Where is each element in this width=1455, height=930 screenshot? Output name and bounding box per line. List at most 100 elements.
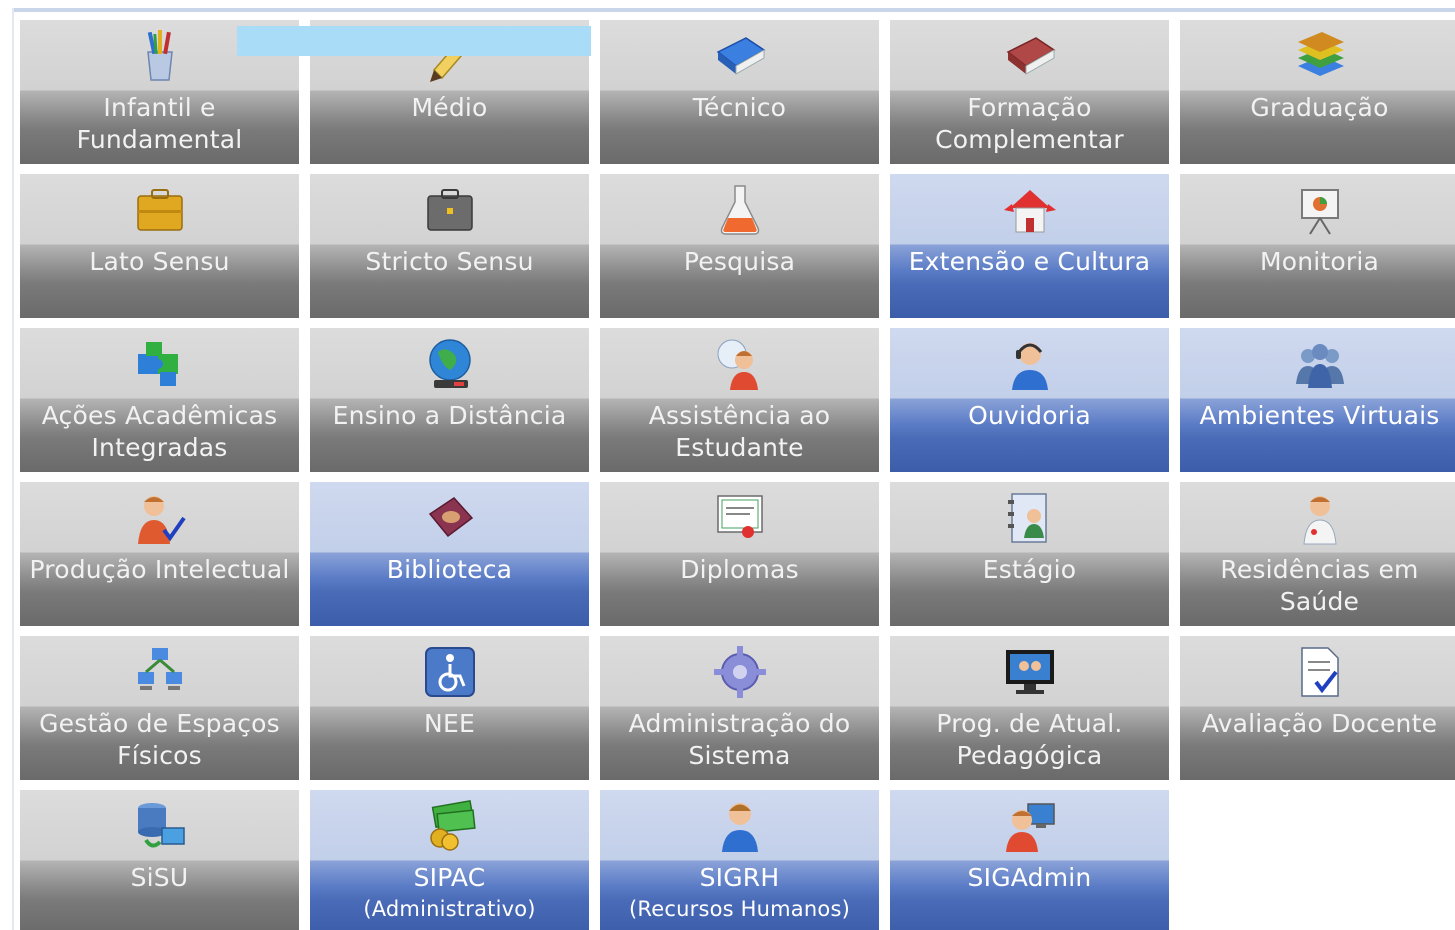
module-tile-prog-de-atual-pedagogica[interactable]: Prog. de Atual. Pedagógica — [890, 636, 1169, 780]
library-book-icon — [420, 488, 480, 548]
module-label-text: Ouvidoria — [968, 401, 1091, 430]
module-tile-ouvidoria[interactable]: Ouvidoria — [890, 328, 1169, 472]
module-tile-stricto-sensu[interactable]: Stricto Sensu — [310, 174, 589, 318]
module-label: Extensão e Cultura — [890, 246, 1169, 278]
gray-briefcase-icon — [420, 180, 480, 240]
module-label-text: Formação Complementar — [935, 93, 1124, 154]
module-tile-gestao-de-espacos-fisicos[interactable]: Gestão de Espaços Físicos — [20, 636, 299, 780]
module-label: Formação Complementar — [890, 92, 1169, 156]
module-tile-acoes-academicas-integradas[interactable]: Ações Acadêmicas Integradas — [20, 328, 299, 472]
module-tile-formacao-complementar[interactable]: Formação Complementar — [890, 20, 1169, 164]
module-label-text: Médio — [411, 93, 488, 122]
red-book-icon — [1000, 26, 1060, 86]
module-label: Ouvidoria — [890, 400, 1169, 432]
module-tile-sigadmin[interactable]: SIGAdmin — [890, 790, 1169, 930]
contact-book-icon — [1000, 488, 1060, 548]
module-label: SIPAC (Administrativo) — [310, 862, 589, 924]
module-tile-ambientes-virtuais[interactable]: Ambientes Virtuais — [1180, 328, 1455, 472]
module-label: Estágio — [890, 554, 1169, 586]
module-tile-lato-sensu[interactable]: Lato Sensu — [20, 174, 299, 318]
module-tile-estagio[interactable]: Estágio — [890, 482, 1169, 626]
module-label-text: SIGAdmin — [967, 863, 1092, 892]
module-label: Avaliação Docente — [1180, 708, 1455, 740]
module-label-text: SIPAC — [413, 863, 486, 892]
module-tile-graduacao[interactable]: Graduação — [1180, 20, 1455, 164]
module-label-text: Infantil e Fundamental — [76, 93, 243, 154]
module-label: Produção Intelectual — [20, 554, 299, 586]
module-label-text: Extensão e Cultura — [908, 247, 1151, 276]
module-label-text: Ambientes Virtuais — [1199, 401, 1440, 430]
flask-icon — [710, 180, 770, 240]
puzzle-icon — [130, 334, 190, 394]
module-label-text: Produção Intelectual — [29, 555, 290, 584]
module-label: NEE — [310, 708, 589, 740]
globe-icon — [420, 334, 480, 394]
module-label: Infantil e Fundamental — [20, 92, 299, 156]
monitor-icon — [1000, 642, 1060, 702]
network-icon — [130, 642, 190, 702]
module-tile-extensao-e-cultura[interactable]: Extensão e Cultura — [890, 174, 1169, 318]
accessibility-icon — [420, 642, 480, 702]
module-label: Residências em Saúde — [1180, 554, 1455, 618]
module-label: Pesquisa — [600, 246, 879, 278]
module-label: Biblioteca — [310, 554, 589, 586]
module-tile-sipac[interactable]: SIPAC (Administrativo) — [310, 790, 589, 930]
module-tile-assistencia-ao-estudante[interactable]: Assistência ao Estudante — [600, 328, 879, 472]
module-tile-residencias-em-saude[interactable]: Residências em Saúde — [1180, 482, 1455, 626]
pencil-cup-icon — [130, 26, 190, 86]
module-label: Técnico — [600, 92, 879, 124]
module-tile-pesquisa[interactable]: Pesquisa — [600, 174, 879, 318]
module-tile-monitoria[interactable]: Monitoria — [1180, 174, 1455, 318]
module-label: Lato Sensu — [20, 246, 299, 278]
module-tile-nee[interactable]: NEE — [310, 636, 589, 780]
person-icon — [710, 796, 770, 856]
module-label-text: Ações Acadêmicas Integradas — [41, 401, 278, 462]
module-label: SIGAdmin — [890, 862, 1169, 894]
top-border — [12, 8, 1455, 12]
module-label: Monitoria — [1180, 246, 1455, 278]
money-icon — [420, 796, 480, 856]
module-label-text: Técnico — [692, 93, 787, 122]
module-label: Diplomas — [600, 554, 879, 586]
module-sublabel: (Administrativo) — [363, 897, 536, 921]
module-label: Assistência ao Estudante — [600, 400, 879, 464]
module-tile-administracao-do-sistema[interactable]: Administração do Sistema — [600, 636, 879, 780]
module-label: Prog. de Atual. Pedagógica — [890, 708, 1169, 772]
module-label-text: Lato Sensu — [89, 247, 230, 276]
module-menu-page: Infantil e Fundamental Médio Técnico Formaç… — [0, 0, 1455, 930]
module-tile-sisu[interactable]: SiSU — [20, 790, 299, 930]
module-tile-sigrh[interactable]: SIGRH (Recursos Humanos) — [600, 790, 879, 930]
house-icon — [1000, 180, 1060, 240]
presentation-board-icon — [1290, 180, 1350, 240]
module-tile-tecnico[interactable]: Técnico — [600, 20, 879, 164]
group-icon — [1290, 334, 1350, 394]
module-label-text: Residências em Saúde — [1220, 555, 1419, 616]
module-tile-ensino-a-distancia[interactable]: Ensino a Distância — [310, 328, 589, 472]
support-person-icon — [710, 334, 770, 394]
module-label-text: Monitoria — [1259, 247, 1380, 276]
module-label-text: Ensino a Distância — [332, 401, 567, 430]
module-label: Ambientes Virtuais — [1180, 400, 1455, 432]
module-label-text: Gestão de Espaços Físicos — [39, 709, 280, 770]
user-check-icon — [130, 488, 190, 548]
module-label-text: Estágio — [982, 555, 1077, 584]
module-label: Ensino a Distância — [310, 400, 589, 432]
module-label: Stricto Sensu — [310, 246, 589, 278]
module-tile-avaliacao-docente[interactable]: Avaliação Docente — [1180, 636, 1455, 780]
module-label: Médio — [310, 92, 589, 124]
module-tile-producao-intelectual[interactable]: Produção Intelectual — [20, 482, 299, 626]
module-tile-biblioteca[interactable]: Biblioteca — [310, 482, 589, 626]
yellow-briefcase-icon — [130, 180, 190, 240]
left-border — [12, 8, 14, 930]
module-grid: Infantil e Fundamental Médio Técnico Formaç… — [20, 20, 1455, 930]
module-tile-diplomas[interactable]: Diplomas — [600, 482, 879, 626]
certificate-icon — [710, 488, 770, 548]
module-label: Administração do Sistema — [600, 708, 879, 772]
document-check-icon — [1290, 642, 1350, 702]
database-icon — [130, 796, 190, 856]
gear-icon — [710, 642, 770, 702]
module-label-text: Assistência ao Estudante — [648, 401, 831, 462]
admin-user-icon — [1000, 796, 1060, 856]
module-label-text: Administração do Sistema — [628, 709, 851, 770]
book-stack-icon — [1290, 26, 1350, 86]
